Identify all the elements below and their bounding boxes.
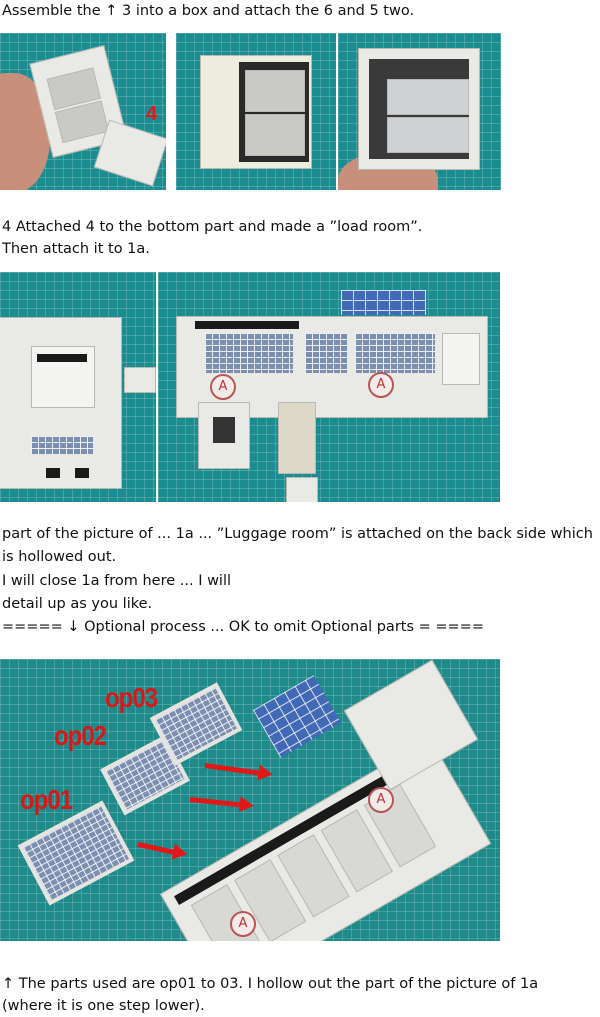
instruction-text-6: I will close 1a from here ... I will	[2, 573, 232, 589]
op01-label: op01	[20, 784, 73, 816]
red-arrow	[189, 797, 242, 808]
photo-box-assembly-1: 4	[0, 33, 166, 190]
solar-panel	[341, 290, 426, 315]
seat-label-a: A	[368, 372, 394, 398]
instruction-text-10: (where it is one step lower).	[2, 998, 205, 1014]
instruction-text-9: ↑ The parts used are op01 to 03. I hollo…	[2, 976, 539, 992]
red-arrow	[204, 763, 261, 776]
seat-label-a: A	[368, 787, 394, 813]
seat-label-a: A	[210, 374, 236, 400]
instruction-text-2: 4 Attached 4 to the bottom part and made…	[2, 219, 423, 235]
paper-upper-block	[343, 659, 479, 791]
paper-box	[358, 48, 480, 170]
instruction-text-5: is hollowed out.	[2, 549, 117, 565]
op03-label: op03	[105, 682, 158, 714]
paper-part-1a	[0, 317, 122, 489]
instruction-text-4: part of the picture of ... 1a ... ”Lugga…	[2, 526, 593, 542]
photo-box-assembly-3	[338, 33, 501, 190]
instruction-text-3: Then attach it to 1a.	[2, 241, 150, 257]
paper-strip-end	[286, 477, 318, 502]
photo-part-1a-assembled: A A	[158, 272, 500, 502]
paper-box	[200, 55, 312, 169]
step-number-label: 4	[146, 103, 158, 125]
instruction-text-8: ===== ↓ Optional process ... OK to omit …	[2, 619, 484, 635]
op02-label: op02	[54, 720, 107, 752]
paper-strip	[278, 402, 316, 474]
photo-optional-parts: op01 op02 op03 A A	[0, 659, 500, 941]
photo-load-room-closeup	[0, 272, 156, 502]
paper-lower-block	[198, 402, 250, 469]
instruction-text-7: detail up as you like.	[2, 596, 153, 612]
seat-label-a: A	[230, 911, 256, 937]
photo-box-assembly-2	[176, 33, 336, 190]
red-arrow	[137, 842, 176, 855]
solar-panel	[252, 675, 342, 758]
instruction-text-1: Assemble the ↑ 3 into a box and attach t…	[2, 3, 415, 19]
paper-small-part	[124, 367, 156, 393]
